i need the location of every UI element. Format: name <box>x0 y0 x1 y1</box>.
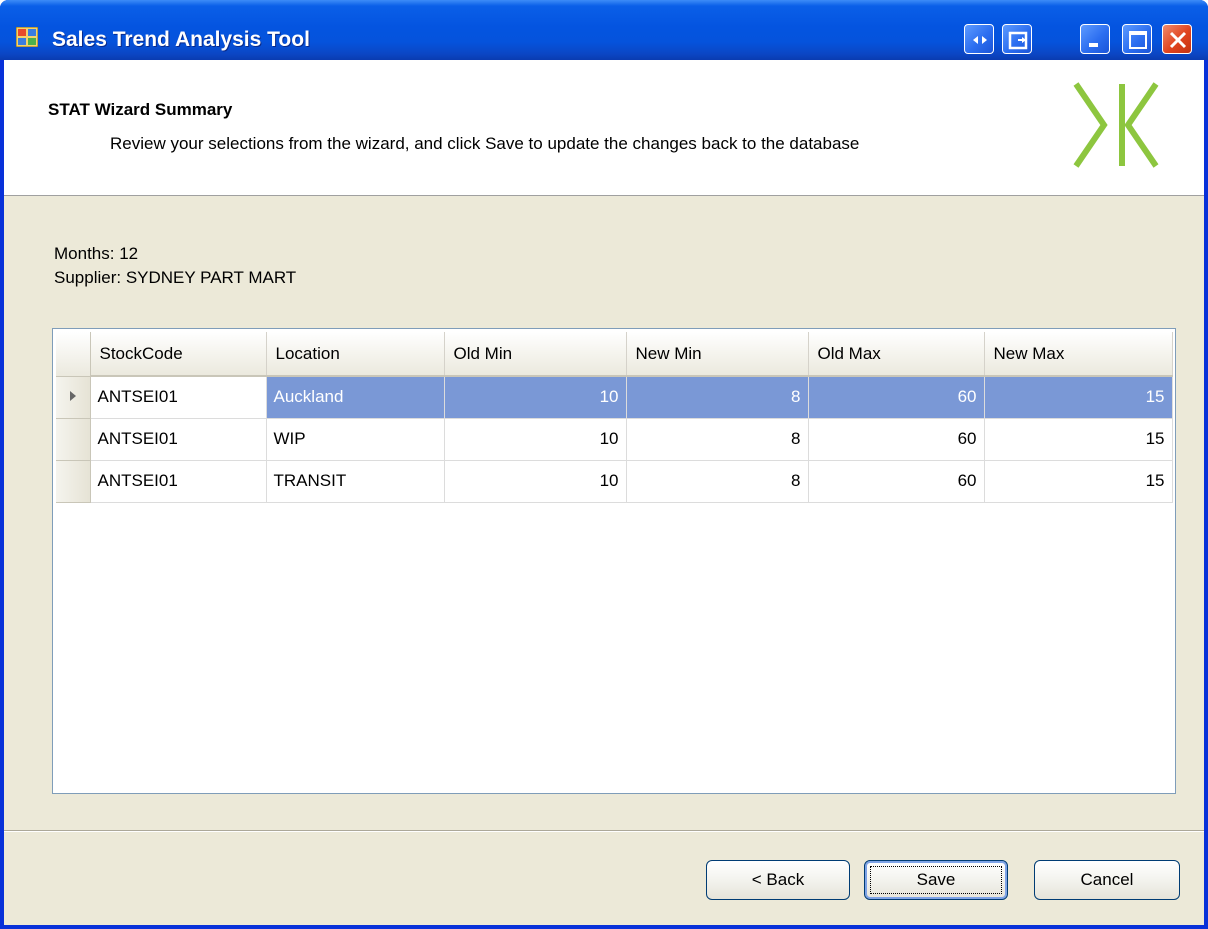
dock-icon <box>1008 31 1028 50</box>
row-header[interactable] <box>56 376 91 419</box>
cell-new-max[interactable]: 15 <box>984 418 1173 461</box>
cell-stockcode[interactable]: ANTSEI01 <box>90 376 267 419</box>
back-button[interactable]: < Back <box>706 860 850 900</box>
minimize-button[interactable] <box>1080 24 1110 54</box>
minimize-icon <box>1089 43 1098 47</box>
cell-stockcode[interactable]: ANTSEI01 <box>90 418 267 461</box>
cell-old-max[interactable]: 60 <box>808 460 985 503</box>
column-header-new-max[interactable]: New Max <box>984 332 1173 377</box>
cell-old-min[interactable]: 10 <box>444 460 627 503</box>
close-icon <box>1169 31 1187 49</box>
table-row[interactable]: ANTSEI01 Auckland 10 8 60 15 <box>56 376 1173 419</box>
column-header-new-min[interactable]: New Min <box>626 332 809 377</box>
selection-info: Months: 12 Supplier: SYDNEY PART MART <box>54 242 296 290</box>
dock-button[interactable] <box>1002 24 1032 54</box>
row-header[interactable] <box>56 460 91 503</box>
column-header-old-min[interactable]: Old Min <box>444 332 627 377</box>
wizard-description: Review your selections from the wizard, … <box>110 134 860 153</box>
table-row[interactable]: ANTSEI01 TRANSIT 10 8 60 15 <box>56 460 1173 503</box>
summary-grid[interactable]: StockCode Location Old Min New Min Old M… <box>52 328 1176 794</box>
focus-rectangle <box>870 866 1002 894</box>
cell-location[interactable]: Auckland <box>266 376 445 419</box>
save-button[interactable]: Save <box>864 860 1008 900</box>
wizard-title: STAT Wizard Summary <box>48 100 233 119</box>
company-logo <box>1073 82 1159 168</box>
row-header-corner <box>56 332 91 377</box>
cancel-button[interactable]: Cancel <box>1034 860 1180 900</box>
column-header-old-max[interactable]: Old Max <box>808 332 985 377</box>
supplier-label: Supplier: SYDNEY PART MART <box>54 268 297 287</box>
application-window: Sales Trend Analysis Tool STAT Wizard Su… <box>0 0 1208 929</box>
cell-new-min[interactable]: 8 <box>626 376 809 419</box>
maximize-icon <box>1129 31 1147 49</box>
column-header-stockcode[interactable]: StockCode <box>90 332 267 377</box>
cell-old-max[interactable]: 60 <box>808 376 985 419</box>
arrows-icon <box>973 36 987 44</box>
cell-old-min[interactable]: 10 <box>444 418 627 461</box>
dialog-client-area: STAT Wizard Summary Review your selectio… <box>4 60 1204 925</box>
footer-divider <box>4 830 1204 832</box>
close-button[interactable] <box>1162 24 1192 54</box>
cell-new-min[interactable]: 8 <box>626 418 809 461</box>
cell-old-max[interactable]: 60 <box>808 418 985 461</box>
restore-arrows-button[interactable] <box>964 24 994 54</box>
months-label: Months: 12 <box>54 244 139 263</box>
wizard-header: STAT Wizard Summary Review your selectio… <box>4 60 1204 196</box>
cell-new-max[interactable]: 15 <box>984 376 1173 419</box>
row-header[interactable] <box>56 418 91 461</box>
window-title: Sales Trend Analysis Tool <box>52 28 310 51</box>
cell-new-min[interactable]: 8 <box>626 460 809 503</box>
maximize-button[interactable] <box>1122 24 1152 54</box>
cell-location[interactable]: TRANSIT <box>266 460 445 503</box>
cell-location[interactable]: WIP <box>266 418 445 461</box>
cell-old-min[interactable]: 10 <box>444 376 627 419</box>
app-icon[interactable] <box>16 27 38 47</box>
cell-new-max[interactable]: 15 <box>984 460 1173 503</box>
grid-header-row: StockCode Location Old Min New Min Old M… <box>56 332 1173 377</box>
title-bar[interactable]: Sales Trend Analysis Tool <box>0 0 1208 60</box>
column-header-location[interactable]: Location <box>266 332 445 377</box>
cell-stockcode[interactable]: ANTSEI01 <box>90 460 267 503</box>
table-row[interactable]: ANTSEI01 WIP 10 8 60 15 <box>56 418 1173 461</box>
current-row-arrow-icon <box>69 391 76 401</box>
